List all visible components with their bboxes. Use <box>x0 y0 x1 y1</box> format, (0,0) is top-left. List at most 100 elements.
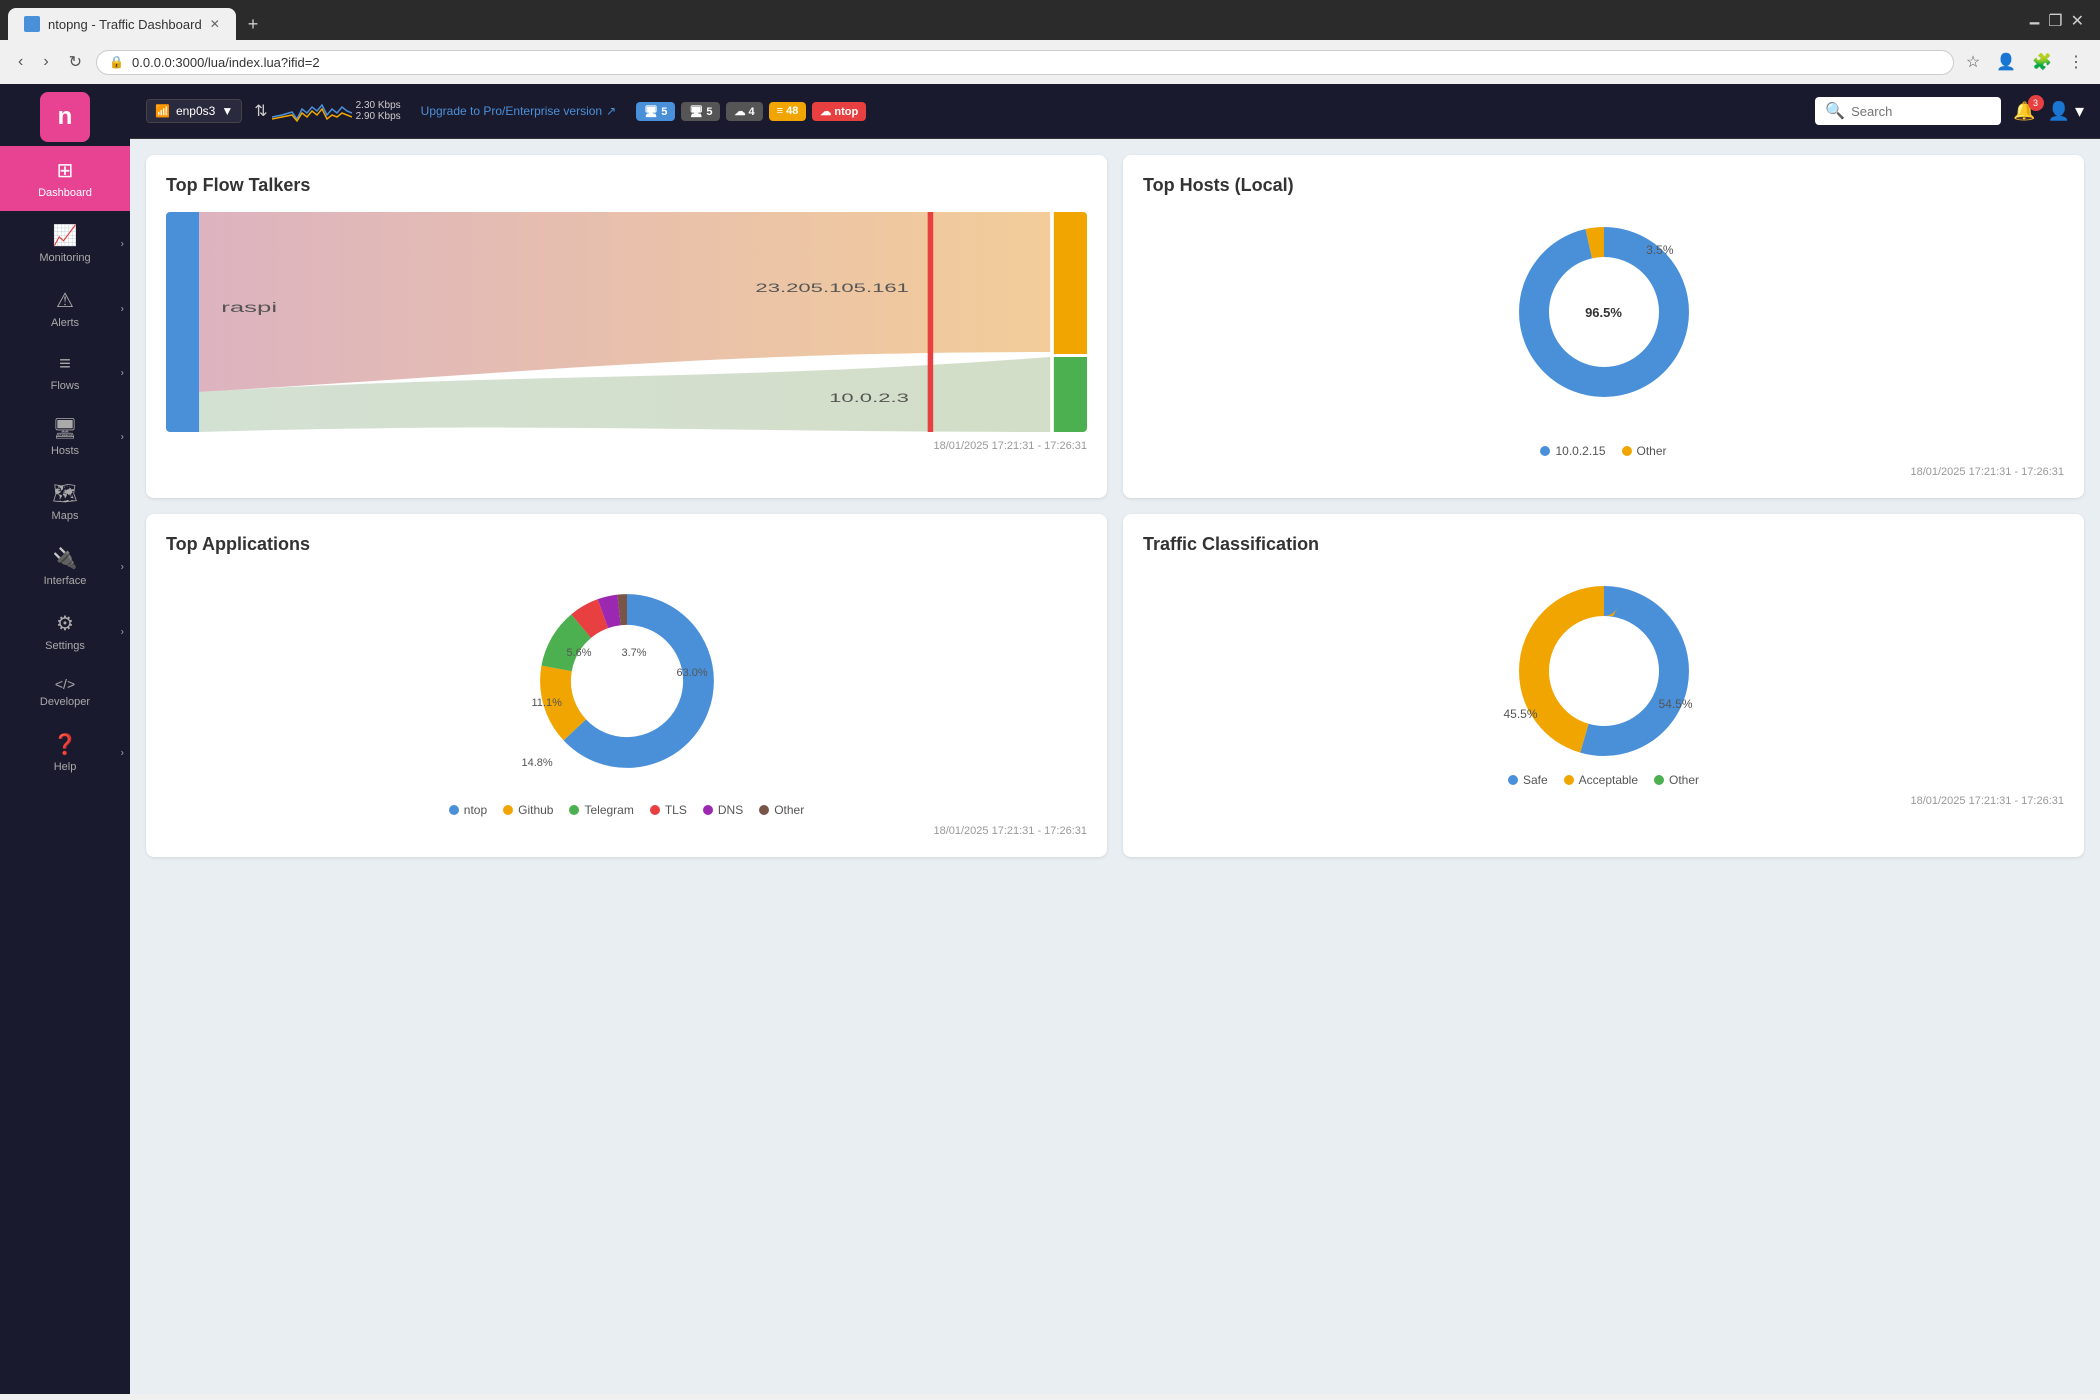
notification-badge: 3 <box>2028 95 2044 111</box>
classification-safe-pct: 54.5% <box>1659 697 1693 711</box>
search-container[interactable]: 🔍 <box>1815 97 2001 125</box>
interface-icon: 🔌 <box>53 546 78 571</box>
flow-talkers-timestamp: 18/01/2025 17:21:31 - 17:26:31 <box>166 440 1087 452</box>
legend-dot-ntop <box>449 805 459 815</box>
top-applications-title: Top Applications <box>166 534 1087 555</box>
upgrade-link[interactable]: Upgrade to Pro/Enterprise version ↗ <box>421 104 617 118</box>
external-link-icon: ↗ <box>606 104 616 118</box>
svg-text:23.205.105.161: 23.205.105.161 <box>755 281 909 294</box>
app-logo: n <box>40 92 90 142</box>
tab-title: ntopng - Traffic Dashboard <box>48 17 202 32</box>
search-input[interactable] <box>1851 104 1991 119</box>
sidebar-label-maps: Maps <box>52 510 79 522</box>
top-applications-card: Top Applications <box>146 514 1107 857</box>
help-icon: ❓ <box>53 732 78 757</box>
legend-safe: Safe <box>1508 773 1548 787</box>
browser-tab[interactable]: ntopng - Traffic Dashboard ✕ <box>8 8 236 40</box>
apps-dns-pct: 3.7% <box>622 647 647 659</box>
settings-icon: ⚙ <box>56 611 74 636</box>
sidebar-item-maps[interactable]: 🗺 Maps <box>0 469 130 534</box>
legend-github: Github <box>503 803 553 817</box>
monitoring-arrow: › <box>121 238 124 249</box>
legend-host-main: 10.0.2.15 <box>1540 444 1605 458</box>
traffic-arrows: ⇅ <box>254 101 267 121</box>
sidebar-item-alerts[interactable]: ⚠ Alerts › <box>0 276 130 341</box>
classification-timestamp: 18/01/2025 17:21:31 - 17:26:31 <box>1143 795 2064 807</box>
badge-hosts[interactable]: 🖥 5 <box>636 102 675 121</box>
forward-button[interactable]: › <box>37 49 54 75</box>
apps-tls-pct: 5.6% <box>567 647 592 659</box>
apps-chart: 63.0% 14.8% 11.1% 5.6% 3.7% ntop <box>166 571 1087 817</box>
dashboard-icon: ⊞ <box>57 158 74 183</box>
top-flow-talkers-card: Top Flow Talkers <box>146 155 1107 498</box>
legend-dns: DNS <box>703 803 743 817</box>
badge-flows[interactable]: 🖥 5 <box>681 102 720 121</box>
sidebar-item-flows[interactable]: ≡ Flows › <box>0 341 130 404</box>
browser-maximize[interactable]: ❐ <box>2048 11 2062 38</box>
legend-other-classification: Other <box>1654 773 1699 787</box>
badge-cloud[interactable]: ☁ 4 <box>726 102 762 121</box>
new-tab-button[interactable]: + <box>240 10 267 39</box>
legend-label-host-main: 10.0.2.15 <box>1555 444 1605 458</box>
sidebar-label-help: Help <box>54 761 77 773</box>
classification-donut-svg <box>1504 571 1704 771</box>
interface-arrow: › <box>121 561 124 572</box>
sidebar-item-monitoring[interactable]: 📈 Monitoring › <box>0 211 130 276</box>
profile-button[interactable]: 👤 <box>1992 48 2020 76</box>
legend-dot-host-main <box>1540 446 1550 456</box>
flows-arrow: › <box>121 367 124 378</box>
top-flow-talkers-title: Top Flow Talkers <box>166 175 1087 196</box>
hosts-arrow: › <box>121 431 124 442</box>
apps-timestamp: 18/01/2025 17:21:31 - 17:26:31 <box>166 825 1087 837</box>
legend-label-github: Github <box>518 803 553 817</box>
monitoring-icon: 📈 <box>53 223 78 248</box>
main-content: Top Flow Talkers <box>130 139 2100 1394</box>
status-badges: 🖥 5 🖥 5 ☁ 4 ≡ 48 ☁ ntop <box>636 102 866 121</box>
sankey-chart: raspi 23.205.105.161 10.0.2.3 <box>166 212 1087 432</box>
legend-label-telegram: Telegram <box>584 803 633 817</box>
browser-close[interactable]: ✕ <box>2071 11 2084 38</box>
badge-alerts[interactable]: ≡ 48 <box>769 102 807 121</box>
apps-telegram-pct: 11.1% <box>532 697 562 709</box>
sidebar-item-dashboard[interactable]: ⊞ Dashboard <box>0 146 130 211</box>
bookmark-button[interactable]: ☆ <box>1962 48 1984 76</box>
hosts-center-label: 96.5% <box>1585 305 1622 320</box>
sidebar-item-interface[interactable]: 🔌 Interface › <box>0 534 130 599</box>
legend-dot-safe <box>1508 775 1518 785</box>
hosts-icon: 🖥 <box>52 416 77 441</box>
sidebar-item-help[interactable]: ❓ Help › <box>0 720 130 785</box>
sidebar-label-monitoring: Monitoring <box>39 252 90 264</box>
legend-host-other: Other <box>1622 444 1667 458</box>
legend-label-tls: TLS <box>665 803 687 817</box>
apps-legend: ntop Github Telegram <box>449 803 804 817</box>
sidebar-item-settings[interactable]: ⚙ Settings › <box>0 599 130 664</box>
legend-dot-other-classification <box>1654 775 1664 785</box>
sidebar-item-developer[interactable]: </> Developer <box>0 664 130 720</box>
menu-button[interactable]: ⋮ <box>2064 48 2088 76</box>
back-button[interactable]: ‹ <box>12 49 29 75</box>
user-menu-button[interactable]: 👤 ▾ <box>2048 101 2084 122</box>
sidebar-label-hosts: Hosts <box>51 445 79 457</box>
address-bar[interactable]: 🔒 0.0.0.0:3000/lua/index.lua?ifid=2 <box>96 50 1954 75</box>
badge-ntop[interactable]: ☁ ntop <box>812 102 866 121</box>
apps-github-pct: 14.8% <box>522 757 553 769</box>
legend-label-ntop: ntop <box>464 803 487 817</box>
sidebar-item-hosts[interactable]: 🖥 Hosts › <box>0 404 130 469</box>
reload-button[interactable]: ↻ <box>63 48 88 76</box>
interface-selector[interactable]: 📶 enp0s3 ▼ <box>146 99 242 123</box>
legend-label-acceptable: Acceptable <box>1579 773 1638 787</box>
svg-text:raspi: raspi <box>221 300 277 316</box>
tab-close-button[interactable]: ✕ <box>210 17 220 31</box>
extensions-button[interactable]: 🧩 <box>2028 48 2056 76</box>
traffic-classification-title: Traffic Classification <box>1143 534 2064 555</box>
hosts-other-label: 3.5% <box>1646 243 1673 257</box>
browser-minimize[interactable]: 🗕 <box>2029 11 2040 38</box>
sidebar-label-flows: Flows <box>51 380 80 392</box>
notifications-button[interactable]: 🔔 3 <box>2013 101 2035 122</box>
apps-ntop-pct: 63.0% <box>677 667 708 679</box>
help-arrow: › <box>121 747 124 758</box>
sidebar-label-alerts: Alerts <box>51 317 79 329</box>
sidebar-label-interface: Interface <box>44 575 87 587</box>
tab-favicon <box>24 16 40 32</box>
traffic-classification-card: Traffic Classification 54 <box>1123 514 2084 857</box>
